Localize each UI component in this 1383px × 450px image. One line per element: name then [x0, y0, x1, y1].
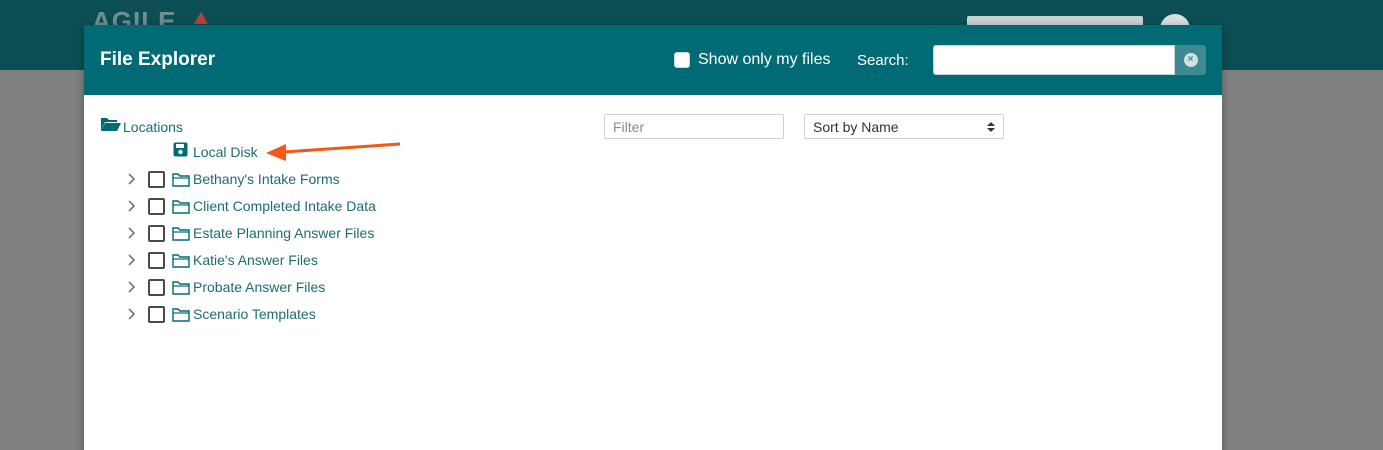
show-only-my-files-checkbox[interactable]: [674, 52, 690, 68]
search-clear-button[interactable]: ×: [1175, 45, 1206, 75]
folder-label[interactable]: Bethany's Intake Forms: [193, 171, 340, 187]
tree-row-folder: Bethany's Intake Forms: [124, 168, 340, 190]
tree-row-folder: Probate Answer Files: [124, 276, 325, 298]
tree-row-folder: Scenario Templates: [124, 303, 316, 325]
folder-icon: [172, 172, 190, 187]
local-disk-label: Local Disk: [193, 144, 258, 160]
file-explorer-dialog: File Explorer Show only my files Search:…: [84, 25, 1222, 450]
folder-label[interactable]: Katie's Answer Files: [193, 252, 318, 268]
folder-label[interactable]: Probate Answer Files: [193, 279, 325, 295]
show-only-my-files-toggle[interactable]: Show only my files: [674, 51, 831, 69]
folder-checkbox[interactable]: [148, 224, 165, 242]
dialog-title: File Explorer: [100, 49, 216, 70]
chevron-right-icon[interactable]: [124, 252, 140, 268]
folder-open-icon: [100, 116, 121, 137]
chevron-right-icon[interactable]: [124, 306, 140, 322]
tree-root-locations[interactable]: Locations: [100, 116, 183, 137]
folder-checkbox[interactable]: [148, 251, 165, 269]
folder-checkbox[interactable]: [148, 170, 165, 188]
chevron-right-icon[interactable]: [124, 279, 140, 295]
tree-row-folder: Katie's Answer Files: [124, 249, 318, 271]
folder-label[interactable]: Estate Planning Answer Files: [193, 225, 374, 241]
chevron-right-icon[interactable]: [124, 198, 140, 214]
sort-selected-label: Sort by Name: [813, 118, 899, 135]
dialog-header: File Explorer Show only my files Search:…: [84, 25, 1222, 95]
chevron-right-icon[interactable]: [124, 225, 140, 241]
folder-icon: [172, 199, 190, 214]
search-input[interactable]: [933, 45, 1175, 75]
tree-row-folder: Estate Planning Answer Files: [124, 222, 374, 244]
floppy-disk-icon: [173, 142, 188, 162]
tree-root-label: Locations: [123, 118, 183, 135]
tree-row-folder: Client Completed Intake Data: [124, 195, 376, 217]
sort-arrows-icon: [987, 121, 995, 132]
folder-label[interactable]: Client Completed Intake Data: [193, 198, 376, 214]
clear-icon: ×: [1183, 53, 1198, 67]
folder-label[interactable]: Scenario Templates: [193, 306, 316, 322]
folder-checkbox[interactable]: [148, 197, 165, 215]
app-logo-mark-icon: [194, 12, 208, 24]
tree-item-local-disk[interactable]: Local Disk: [173, 141, 258, 163]
folder-icon: [172, 253, 190, 268]
filter-input[interactable]: [604, 114, 784, 139]
folder-icon: [172, 226, 190, 241]
folder-icon: [172, 307, 190, 322]
folder-checkbox[interactable]: [148, 278, 165, 296]
folder-icon: [172, 280, 190, 295]
show-only-my-files-label: Show only my files: [698, 51, 831, 68]
chevron-right-icon[interactable]: [124, 171, 140, 187]
annotation-arrow-icon: [266, 142, 401, 161]
sort-select[interactable]: Sort by Name: [804, 114, 1004, 139]
folder-checkbox[interactable]: [148, 305, 165, 323]
search-label: Search:: [857, 52, 909, 69]
